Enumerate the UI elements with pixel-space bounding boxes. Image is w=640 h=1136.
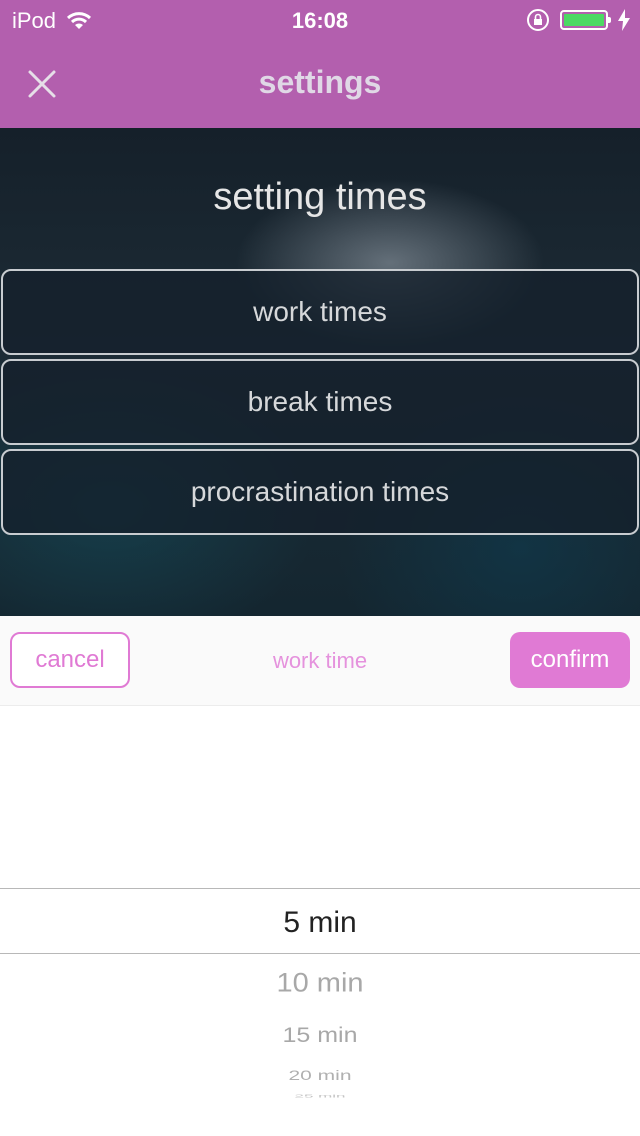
picker-option-selected[interactable]: 5 min	[0, 906, 640, 940]
picker-option[interactable]: 20 min	[0, 1068, 640, 1084]
rotation-lock-icon	[527, 9, 549, 31]
nav-title: settings	[258, 64, 382, 100]
break-times-label: break times	[247, 386, 393, 417]
selection-line-top	[0, 888, 640, 889]
settings-background-panel: setting times work times break times pro…	[0, 128, 640, 616]
picker-option[interactable]: 15 min	[0, 1023, 640, 1048]
time-picker[interactable]: 5 min 10 min 15 min 20 min 25 min	[0, 706, 640, 1136]
work-times-button[interactable]: work times	[1, 269, 639, 355]
battery-fill	[564, 14, 604, 26]
picker-option[interactable]: 10 min	[0, 968, 640, 999]
top-bar: iPod 16:08 settings	[0, 0, 640, 128]
picker-toolbar: cancel work time confirm	[0, 616, 640, 706]
work-times-label: work times	[253, 296, 387, 327]
selection-line-bottom	[0, 953, 640, 954]
break-times-button[interactable]: break times	[1, 359, 639, 445]
confirm-button[interactable]: confirm	[510, 632, 630, 688]
status-right-group	[526, 8, 630, 32]
picker-option[interactable]: 25 min	[0, 1094, 640, 1099]
procrastination-times-label: procrastination times	[190, 476, 450, 507]
status-bar: iPod 16:08	[0, 0, 640, 40]
section-title: setting times	[213, 176, 427, 218]
charging-icon	[618, 9, 630, 31]
procrastination-times-button[interactable]: procrastination times	[1, 449, 639, 535]
battery-icon	[560, 10, 611, 30]
